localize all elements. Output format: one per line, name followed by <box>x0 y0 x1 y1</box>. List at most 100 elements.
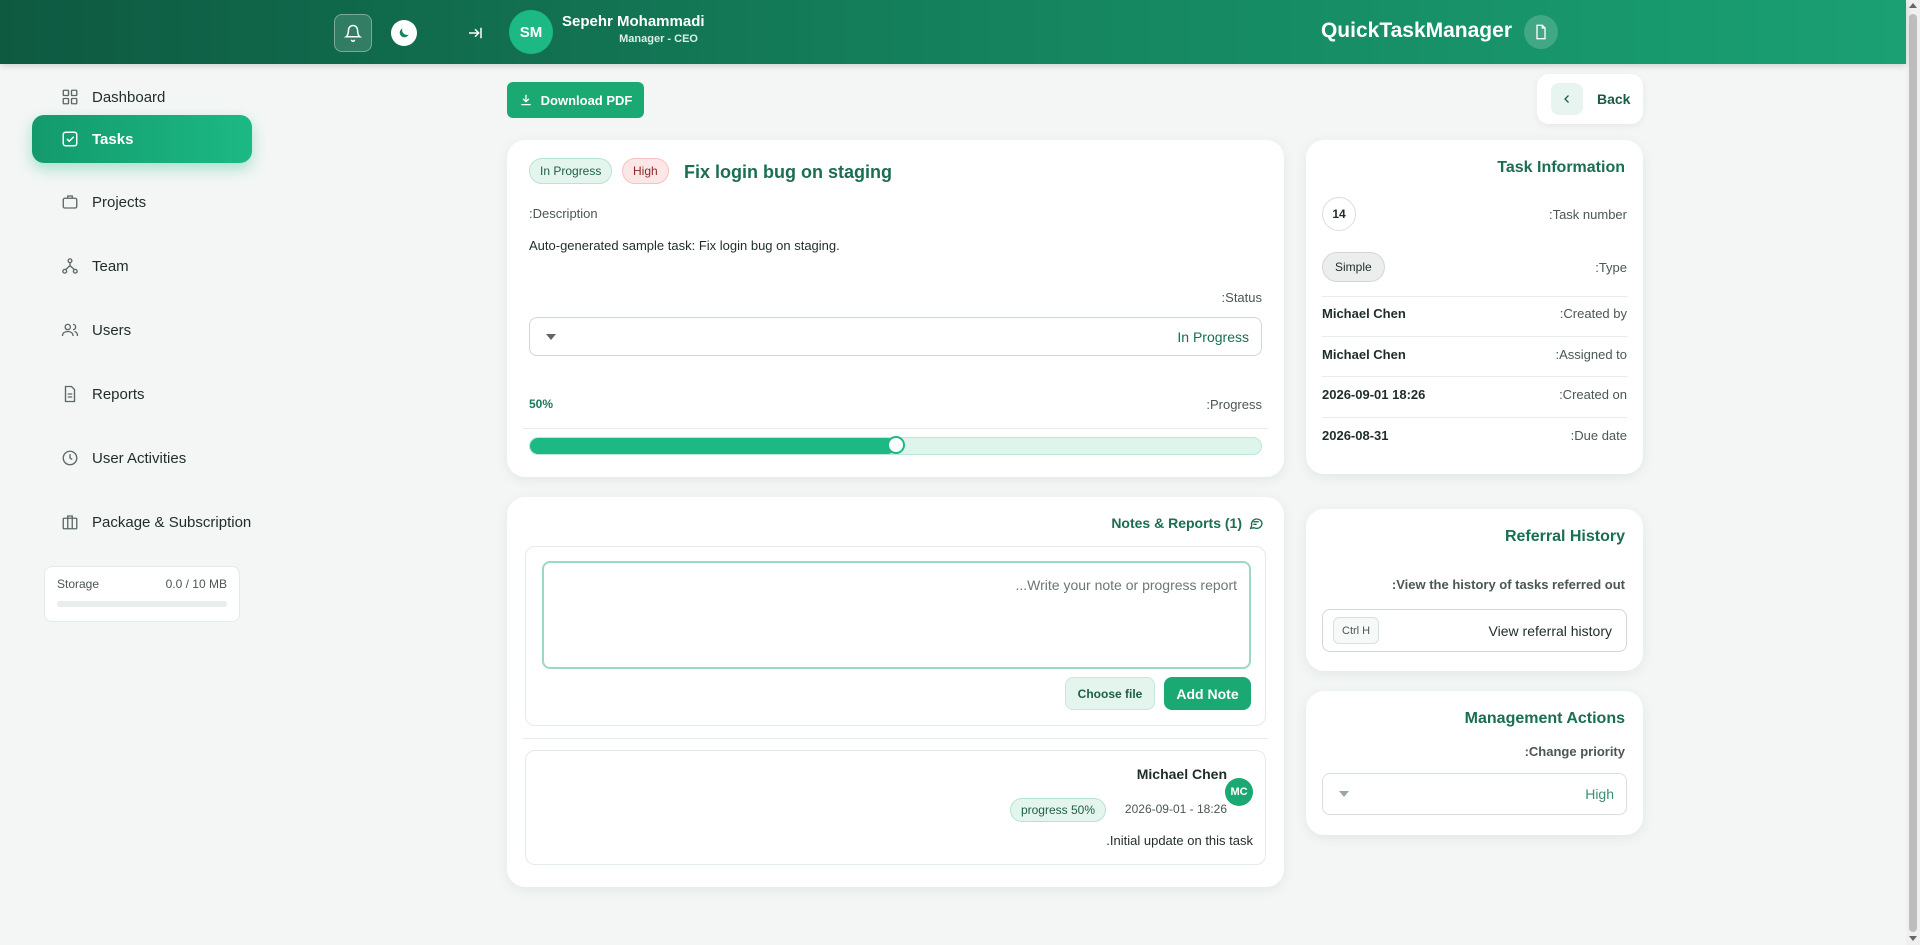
progress-badge: progress 50% <box>1009 798 1106 822</box>
chevron-down-icon <box>546 333 556 340</box>
logout-button[interactable] <box>456 14 494 52</box>
info-row-created-by: Michael Chen :Created by <box>1322 293 1627 333</box>
brand-logo-icon <box>1524 15 1558 49</box>
task-details-card: In Progress High Fix login bug on stagin… <box>507 140 1284 477</box>
info-key: :Due date <box>1570 427 1627 443</box>
sidebar-item-users[interactable]: Users <box>32 306 252 354</box>
description-label: :Description <box>529 206 598 221</box>
info-value: 2026-08-31 <box>1322 427 1389 443</box>
progress-percent: 50% <box>529 397 554 411</box>
sidebar-item-reports[interactable]: Reports <box>32 370 252 418</box>
sidebar-item-tasks[interactable]: Tasks <box>32 115 252 163</box>
grid-icon <box>60 87 80 107</box>
download-pdf-button[interactable]: Download PDF <box>507 82 644 118</box>
page-scrollbar[interactable] <box>1906 0 1920 945</box>
info-value: Michael Chen <box>1322 305 1406 321</box>
status-select-value: In Progress <box>1177 328 1249 345</box>
info-row-task-number: 14 :Task number <box>1322 194 1627 234</box>
divider <box>523 428 1268 429</box>
download-pdf-label: Download PDF <box>540 92 633 108</box>
user-avatar[interactable]: SM <box>509 10 553 54</box>
sidebar-item-user-activities[interactable]: User Activities <box>32 434 252 482</box>
priority-select[interactable]: High <box>1322 773 1627 815</box>
note-textarea[interactable] <box>542 561 1251 669</box>
list-item: Michael Chen MC progress 50% 2026-09-01 … <box>525 750 1266 865</box>
chat-icon <box>1248 515 1264 536</box>
back-button[interactable]: Back <box>1537 74 1643 124</box>
hierarchy-icon <box>60 256 80 276</box>
task-number-value: 14 <box>1322 197 1356 231</box>
info-row-assigned-to: Michael Chen :Assigned to <box>1322 334 1627 374</box>
info-key: :Type <box>1595 259 1627 275</box>
view-referral-history-button[interactable]: Ctrl H View referral history <box>1322 609 1627 652</box>
add-note-button[interactable]: Add Note <box>1164 677 1251 710</box>
sidebar-item-dashboard[interactable]: Dashboard <box>32 73 252 121</box>
priority-select-value: High <box>1585 786 1614 802</box>
scrollbar-thumb[interactable] <box>1909 14 1917 932</box>
briefcase-icon <box>60 192 80 212</box>
sidebar: Dashboard Tasks Projects Team Users Repo… <box>0 64 260 945</box>
sidebar-item-label: Dashboard <box>92 88 166 106</box>
package-icon <box>60 512 80 532</box>
sidebar-item-label: Users <box>92 321 132 339</box>
sidebar-item-label: Tasks <box>92 130 134 148</box>
management-actions-card: Management Actions :Change priority High <box>1306 691 1643 835</box>
type-value: Simple <box>1322 252 1385 282</box>
storage-label: Storage <box>57 577 100 591</box>
task-title: Fix login bug on staging <box>684 162 892 182</box>
progress-fill <box>530 438 896 454</box>
referral-history-title: Referral History <box>1504 528 1625 545</box>
task-information-title: Task Information <box>1497 159 1625 176</box>
info-row-due-date: 2026-08-31 :Due date <box>1322 415 1627 455</box>
description-text: Auto-generated sample task: Fix login bu… <box>529 238 840 253</box>
logout-icon <box>469 27 482 39</box>
storage-widget: Storage 0.0 / 10 MB <box>44 566 240 622</box>
sidebar-item-label: Team <box>92 257 129 275</box>
info-key: :Assigned to <box>1555 346 1627 362</box>
info-key: :Created on <box>1559 386 1627 402</box>
top-bar: SM Sepehr Mohammadi Manager - CEO QuickT… <box>0 0 1906 64</box>
status-label: :Status <box>1221 290 1262 305</box>
moon-icon <box>391 20 417 46</box>
status-select[interactable]: In Progress <box>529 317 1262 356</box>
shortcut-hint: Ctrl H <box>1333 617 1380 644</box>
note-date: 2026-09-01 - 18:26 <box>1124 802 1227 816</box>
view-referral-history-label: View referral history <box>1488 622 1612 639</box>
storage-bar <box>57 601 227 607</box>
info-key: :Task number <box>1548 206 1627 222</box>
sidebar-item-package-subscription[interactable]: Package & Subscription <box>32 498 252 546</box>
progress-label: :Progress <box>1206 397 1262 412</box>
progress-slider-thumb[interactable] <box>886 436 905 454</box>
note-text: .Initial update on this task <box>1106 833 1253 848</box>
info-value: 2026-09-01 18:26 <box>1322 386 1426 402</box>
sidebar-item-team[interactable]: Team <box>32 242 252 290</box>
download-icon <box>520 94 531 106</box>
choose-file-button[interactable]: Choose file <box>1065 677 1155 710</box>
info-row-type: Simple :Type <box>1322 247 1627 287</box>
scroll-down-arrow-icon[interactable] <box>1909 936 1917 941</box>
document-icon <box>60 384 80 404</box>
notifications-button[interactable] <box>334 14 372 52</box>
bell-icon <box>344 24 362 42</box>
sidebar-item-projects[interactable]: Projects <box>32 178 252 226</box>
sidebar-item-label: User Activities <box>92 449 187 467</box>
avatar: MC <box>1225 778 1253 806</box>
status-badge: In Progress <box>529 158 613 184</box>
checkbox-icon <box>60 129 80 149</box>
info-row-created-on: 2026-09-01 18:26 :Created on <box>1322 374 1627 414</box>
task-information-card: Task Information 14 :Task number Simple … <box>1306 140 1643 474</box>
back-label: Back <box>1597 91 1631 107</box>
scroll-up-arrow-icon[interactable] <box>1909 3 1917 8</box>
referral-history-subtitle: :View the history of tasks referred out <box>1391 577 1625 592</box>
info-value: Michael Chen <box>1322 346 1406 362</box>
theme-toggle-button[interactable] <box>385 14 423 52</box>
user-name: Sepehr Mohammadi <box>562 13 705 30</box>
divider <box>523 738 1268 739</box>
users-icon <box>60 320 80 340</box>
management-actions-title: Management Actions <box>1464 710 1625 727</box>
priority-badge: High <box>622 158 669 184</box>
storage-value: 0.0 / 10 MB <box>165 577 227 591</box>
progress-slider[interactable] <box>529 436 1262 455</box>
sidebar-item-label: Projects <box>92 193 147 211</box>
notes-card: Notes & Reports (1) Choose file Add Note… <box>507 497 1284 887</box>
